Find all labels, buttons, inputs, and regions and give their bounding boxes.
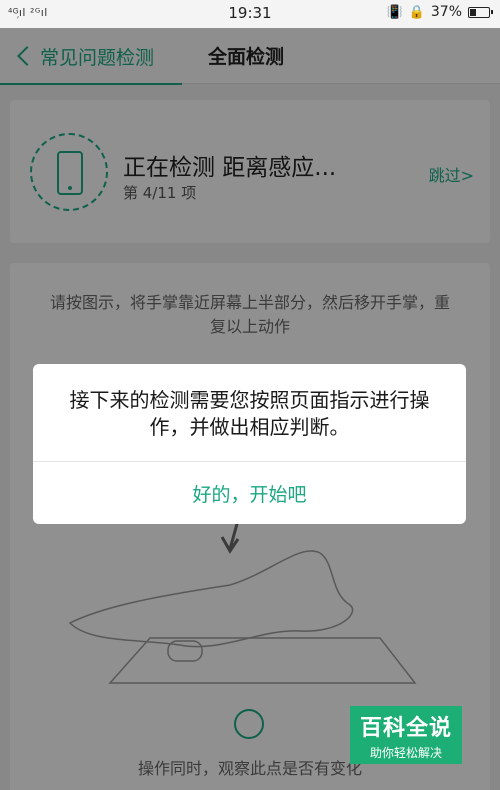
status-bar: ⁴ᴳ᷊ıl ²ᴳıl 19:31 📳 🔒 37% xyxy=(0,0,500,28)
watermark-title: 百科全说 xyxy=(359,716,452,741)
battery-icon xyxy=(468,6,493,18)
status-right: 📳 🔒 37% xyxy=(386,4,493,20)
dialog-message: 接下来的检测需要您按照页面指示进行操作，并做出相应判断。 xyxy=(69,388,430,439)
battery-fill xyxy=(470,8,477,16)
lock-rotation-icon: 🔒 xyxy=(408,4,425,20)
confirm-dialog: 接下来的检测需要您按照页面指示进行操作，并做出相应判断。 好的，开始吧 xyxy=(33,364,466,524)
vibrate-icon: 📳 xyxy=(386,4,403,20)
watermark-subtitle: 助你轻松解决 xyxy=(369,746,442,760)
start-button[interactable]: 好的，开始吧 xyxy=(33,462,466,524)
watermark-logo: 百科全说 助你轻松解决 xyxy=(350,706,462,764)
battery-percent: 37% xyxy=(430,4,462,20)
